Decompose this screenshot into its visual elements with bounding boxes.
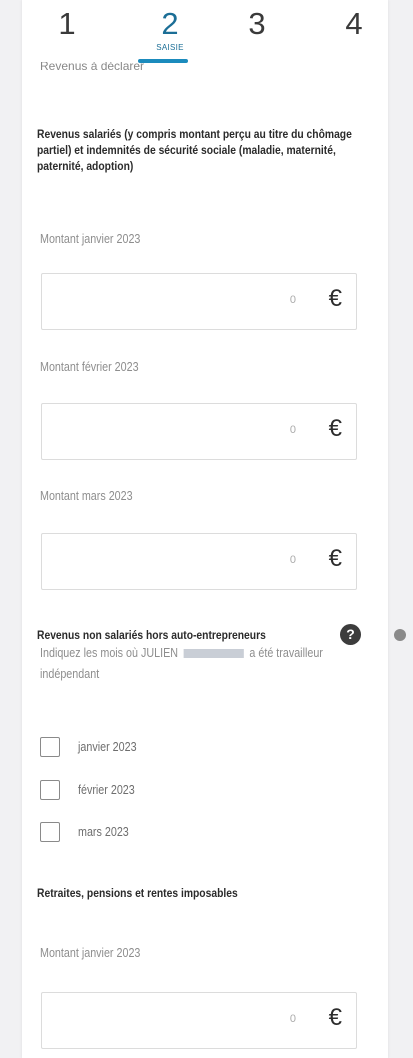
step-3[interactable]: 3: [237, 6, 277, 42]
redacted-name: [183, 649, 244, 659]
field-label: Montant janvier 2023: [40, 946, 141, 960]
step-indicator: 1 2 3 4 SAISIE: [22, 0, 388, 66]
checkbox-january[interactable]: [40, 737, 60, 757]
amount-value: 0: [289, 554, 296, 566]
euro-icon: €: [328, 285, 342, 312]
checkbox-label: mars 2023: [78, 825, 129, 839]
retraites-heading: Retraites, pensions et rentes imposables: [37, 886, 238, 900]
scrolled-section-heading: Revenus à déclarer: [40, 62, 145, 70]
amount-input-february[interactable]: 0 €: [41, 403, 357, 460]
help-icon[interactable]: ?: [340, 624, 361, 645]
amount-input-january[interactable]: 0 €: [41, 273, 357, 330]
pension-input-january[interactable]: 0 €: [41, 992, 357, 1049]
field-label: Montant janvier 2023: [40, 232, 141, 246]
non-salaries-hint: Indiquez les mois où JULIEN a été travai…: [40, 643, 384, 685]
non-salaries-heading: Revenus non salariés hors auto-entrepren…: [37, 628, 266, 642]
checkbox-label: février 2023: [78, 783, 135, 797]
page: 1 2 3 4 SAISIE Revenus à déclarer Revenu…: [0, 0, 413, 1058]
form-panel: 1 2 3 4 SAISIE Revenus à déclarer Revenu…: [22, 0, 388, 1058]
checkbox-march[interactable]: [40, 822, 60, 842]
amount-value: 0: [289, 424, 296, 436]
amount-value: 0: [289, 294, 296, 306]
step-4[interactable]: 4: [334, 6, 374, 42]
amount-value: 0: [289, 1013, 296, 1025]
field-label: Montant février 2023: [40, 360, 139, 374]
euro-icon: €: [328, 545, 342, 572]
salaries-heading: Revenus salariés (y compris montant perç…: [37, 127, 352, 173]
field-label: Montant mars 2023: [40, 489, 133, 503]
scrollbar-thumb[interactable]: [394, 629, 406, 641]
step-caption: SAISIE: [156, 43, 184, 52]
hint-text-start: Indiquez les mois où JULIEN: [40, 646, 179, 660]
euro-icon: €: [328, 415, 342, 442]
checkbox-label: janvier 2023: [78, 740, 137, 754]
step-2-active[interactable]: 2: [150, 6, 190, 42]
amount-input-march[interactable]: 0 €: [41, 533, 357, 590]
step-1[interactable]: 1: [47, 6, 87, 42]
euro-icon: €: [328, 1004, 342, 1031]
checkbox-february[interactable]: [40, 780, 60, 800]
